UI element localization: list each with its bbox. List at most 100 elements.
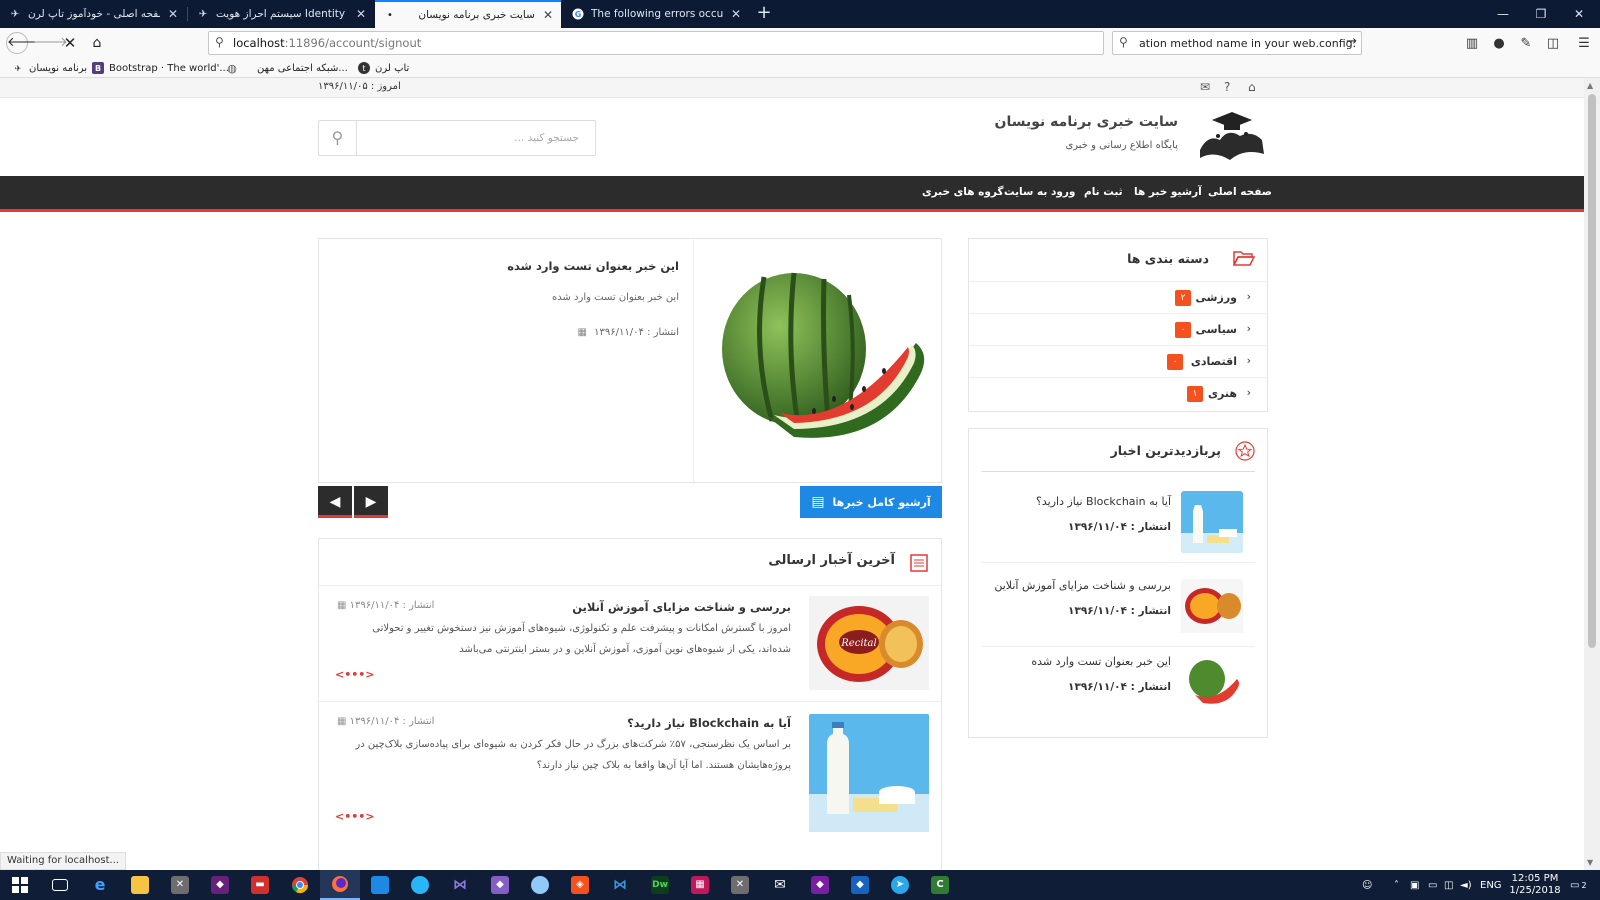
url-bar[interactable]: ⚲ localhost:11896/account/signout	[208, 31, 1104, 55]
edge-icon[interactable]: e	[80, 870, 120, 900]
close-icon[interactable]: ✕	[731, 7, 741, 21]
file-explorer-icon[interactable]	[120, 870, 160, 900]
site-subtitle: پایگاه اطلاع رسانی و خبری	[1065, 140, 1178, 151]
chrome-icon[interactable]	[280, 870, 320, 900]
firefox-icon[interactable]	[320, 870, 360, 900]
site-logo[interactable]	[1194, 110, 1270, 166]
vs-code-icon[interactable]: ⋈	[440, 870, 480, 900]
nav-register[interactable]: ثبت نام	[1084, 186, 1123, 198]
notifications-icon[interactable]: ▭ 2	[1570, 870, 1587, 900]
close-icon[interactable]: ✕	[543, 8, 553, 22]
tools-icon[interactable]: ✕	[720, 870, 760, 900]
globe-app-icon[interactable]	[520, 870, 560, 900]
slider-news-date: انتشار : ۱۳۹۶/۱۱/۰۴ ▦	[577, 327, 679, 338]
news-title[interactable]: بررسی و شناخت مزایای آموزش آنلاین	[572, 600, 791, 614]
restore-button[interactable]: ❐	[1522, 0, 1560, 28]
battery-icon[interactable]: ▭	[1428, 870, 1437, 900]
dreamweaver-icon[interactable]: Dw	[640, 870, 680, 900]
popular-item[interactable]: این خبر بعنوان تست وارد شده انتشار : ۱۳۹…	[981, 651, 1255, 723]
page-scrollbar[interactable]: ▲ ▼	[1584, 78, 1600, 870]
red-app-icon[interactable]: ▬	[240, 870, 280, 900]
news-thumbnail[interactable]	[809, 714, 929, 832]
brave-icon[interactable]: ◈	[560, 870, 600, 900]
library-icon[interactable]: ▥	[1462, 34, 1482, 54]
minimize-button[interactable]: —	[1484, 0, 1522, 28]
vs-blue-icon[interactable]: ◆	[840, 870, 880, 900]
nav-login[interactable]: ورود به سایت	[1004, 186, 1075, 198]
volume-icon[interactable]: ◄)	[1460, 870, 1472, 900]
mail-icon[interactable]: ✉	[1200, 80, 1210, 94]
sidebar-icon[interactable]: ◫	[1543, 34, 1563, 54]
new-tab-button[interactable]: +	[752, 2, 776, 26]
scroll-down-icon[interactable]: ▼	[1587, 858, 1593, 867]
search-button[interactable]: ⚲	[319, 121, 357, 155]
close-icon[interactable]: ✕	[168, 7, 178, 21]
tab-errors[interactable]: G The following errors occurred w ✕	[563, 0, 749, 28]
popular-item[interactable]: بررسی و شناخت مزایای آموزش آنلاین انتشار…	[981, 575, 1255, 647]
read-more-link[interactable]: <•••>	[335, 668, 375, 681]
slider-prev-button[interactable]: ◀	[318, 486, 352, 518]
camtasia-recorder-icon[interactable]: C	[920, 870, 960, 900]
news-thumbnail[interactable]: Recital	[809, 596, 929, 690]
people-icon[interactable]: ☺	[1362, 870, 1372, 900]
nav-archive[interactable]: آرشیو خبر ها	[1134, 186, 1202, 198]
popular-item[interactable]: آیا به Blockchain نیاز دارید؟ انتشار : ۱…	[981, 491, 1255, 563]
vs-code-blue-icon[interactable]: ⋈	[600, 870, 640, 900]
store-icon[interactable]	[360, 870, 400, 900]
language-indicator[interactable]: ENG	[1480, 870, 1502, 900]
eyedropper-icon[interactable]: ✎	[1516, 34, 1536, 54]
stop-button[interactable]: ✕	[59, 32, 81, 54]
slider-news-title[interactable]: این خبر بعنوان تست وارد شده	[507, 259, 679, 273]
home-button[interactable]: ⌂	[86, 32, 108, 54]
tools-icon[interactable]: ✕	[160, 870, 200, 900]
back-button[interactable]: 🡐	[6, 32, 42, 54]
search-input[interactable]	[359, 121, 595, 155]
site-title: سایت خبری برنامه نویسان	[994, 114, 1178, 130]
tab-toplearn-home[interactable]: ✈ صفحه اصلی - خودآموز تاپ لرن ✕	[0, 0, 186, 28]
vs-preview-icon[interactable]: ◆	[800, 870, 840, 900]
star-icon	[1235, 441, 1255, 464]
browser-search-bar[interactable]: ⚲ ation method name in your web.config. …	[1112, 31, 1362, 55]
category-economy[interactable]: › اقتصادی ۰	[969, 345, 1267, 377]
account-icon[interactable]: ●	[1489, 34, 1509, 54]
category-art[interactable]: › هنری ۱	[969, 377, 1267, 409]
category-politics[interactable]: › سیاسی ۰	[969, 313, 1267, 345]
mail-icon[interactable]: ✉	[760, 870, 800, 900]
menu-icon[interactable]: ☰	[1574, 34, 1594, 54]
task-view-icon[interactable]	[40, 870, 80, 900]
start-button[interactable]	[0, 870, 40, 900]
camtasia-icon[interactable]	[400, 870, 440, 900]
tab-news-site[interactable]: • سایت خبری برنامه نویسان ✕	[375, 0, 561, 28]
full-archive-button[interactable]: آرشیو کامل خبرها ▤	[800, 486, 942, 518]
bookmark-toplearn[interactable]: t تاپ لرن	[358, 60, 409, 76]
help-icon[interactable]: ?	[1224, 80, 1230, 94]
calculator-icon[interactable]: ▦	[680, 870, 720, 900]
slider-image-watermelon[interactable]	[693, 239, 943, 484]
visual-studio-icon[interactable]: ◆	[480, 870, 520, 900]
category-sports[interactable]: › ورزشی ۲	[969, 281, 1267, 313]
network-icon[interactable]: ◫	[1444, 870, 1453, 900]
home-icon[interactable]: ⌂	[1248, 80, 1256, 94]
read-more-link[interactable]: <•••>	[335, 810, 375, 823]
slider-next-button[interactable]: ▶	[354, 486, 388, 518]
news-body: بر اساس یک نظرسنجی، ۵۷٪ شرکت‌های بزرگ در…	[355, 739, 791, 771]
bookmark-social[interactable]: ◍ شبکه اجتماعی مهن...	[226, 60, 348, 76]
bookmark-bootstrap[interactable]: B Bootstrap · The world'...	[92, 60, 229, 76]
clock[interactable]: 12:05 PM 1/25/2018	[1500, 873, 1570, 897]
news-title[interactable]: آیا به Blockchain نیاز دارید؟	[627, 716, 791, 730]
tab-identity[interactable]: ✈ سیستم احراز هویت Identity 2 - ... ✕	[188, 0, 374, 28]
nav-news-groups[interactable]: گروه های خبری	[922, 186, 1004, 198]
nav-home[interactable]: صفحه اصلی	[1208, 186, 1272, 198]
calendar-icon: ▦	[337, 600, 347, 611]
close-window-button[interactable]: ✕	[1560, 0, 1598, 28]
forward-button[interactable]: 🡒	[33, 32, 68, 54]
scroll-up-icon[interactable]: ▲	[1587, 81, 1593, 90]
arrow-right-icon[interactable]: →	[1346, 34, 1357, 49]
tray-chevron-up-icon[interactable]: ˄	[1394, 870, 1399, 900]
telegram-icon[interactable]: ➤	[880, 870, 920, 900]
bookmark-barnamenevisan[interactable]: ✈ برنامه نویسان	[12, 60, 87, 76]
tray-app-icon[interactable]: ▣	[1410, 870, 1419, 900]
scrollbar-thumb[interactable]	[1588, 94, 1596, 648]
visual-studio-icon[interactable]: ◆	[200, 870, 240, 900]
close-icon[interactable]: ✕	[356, 7, 366, 21]
